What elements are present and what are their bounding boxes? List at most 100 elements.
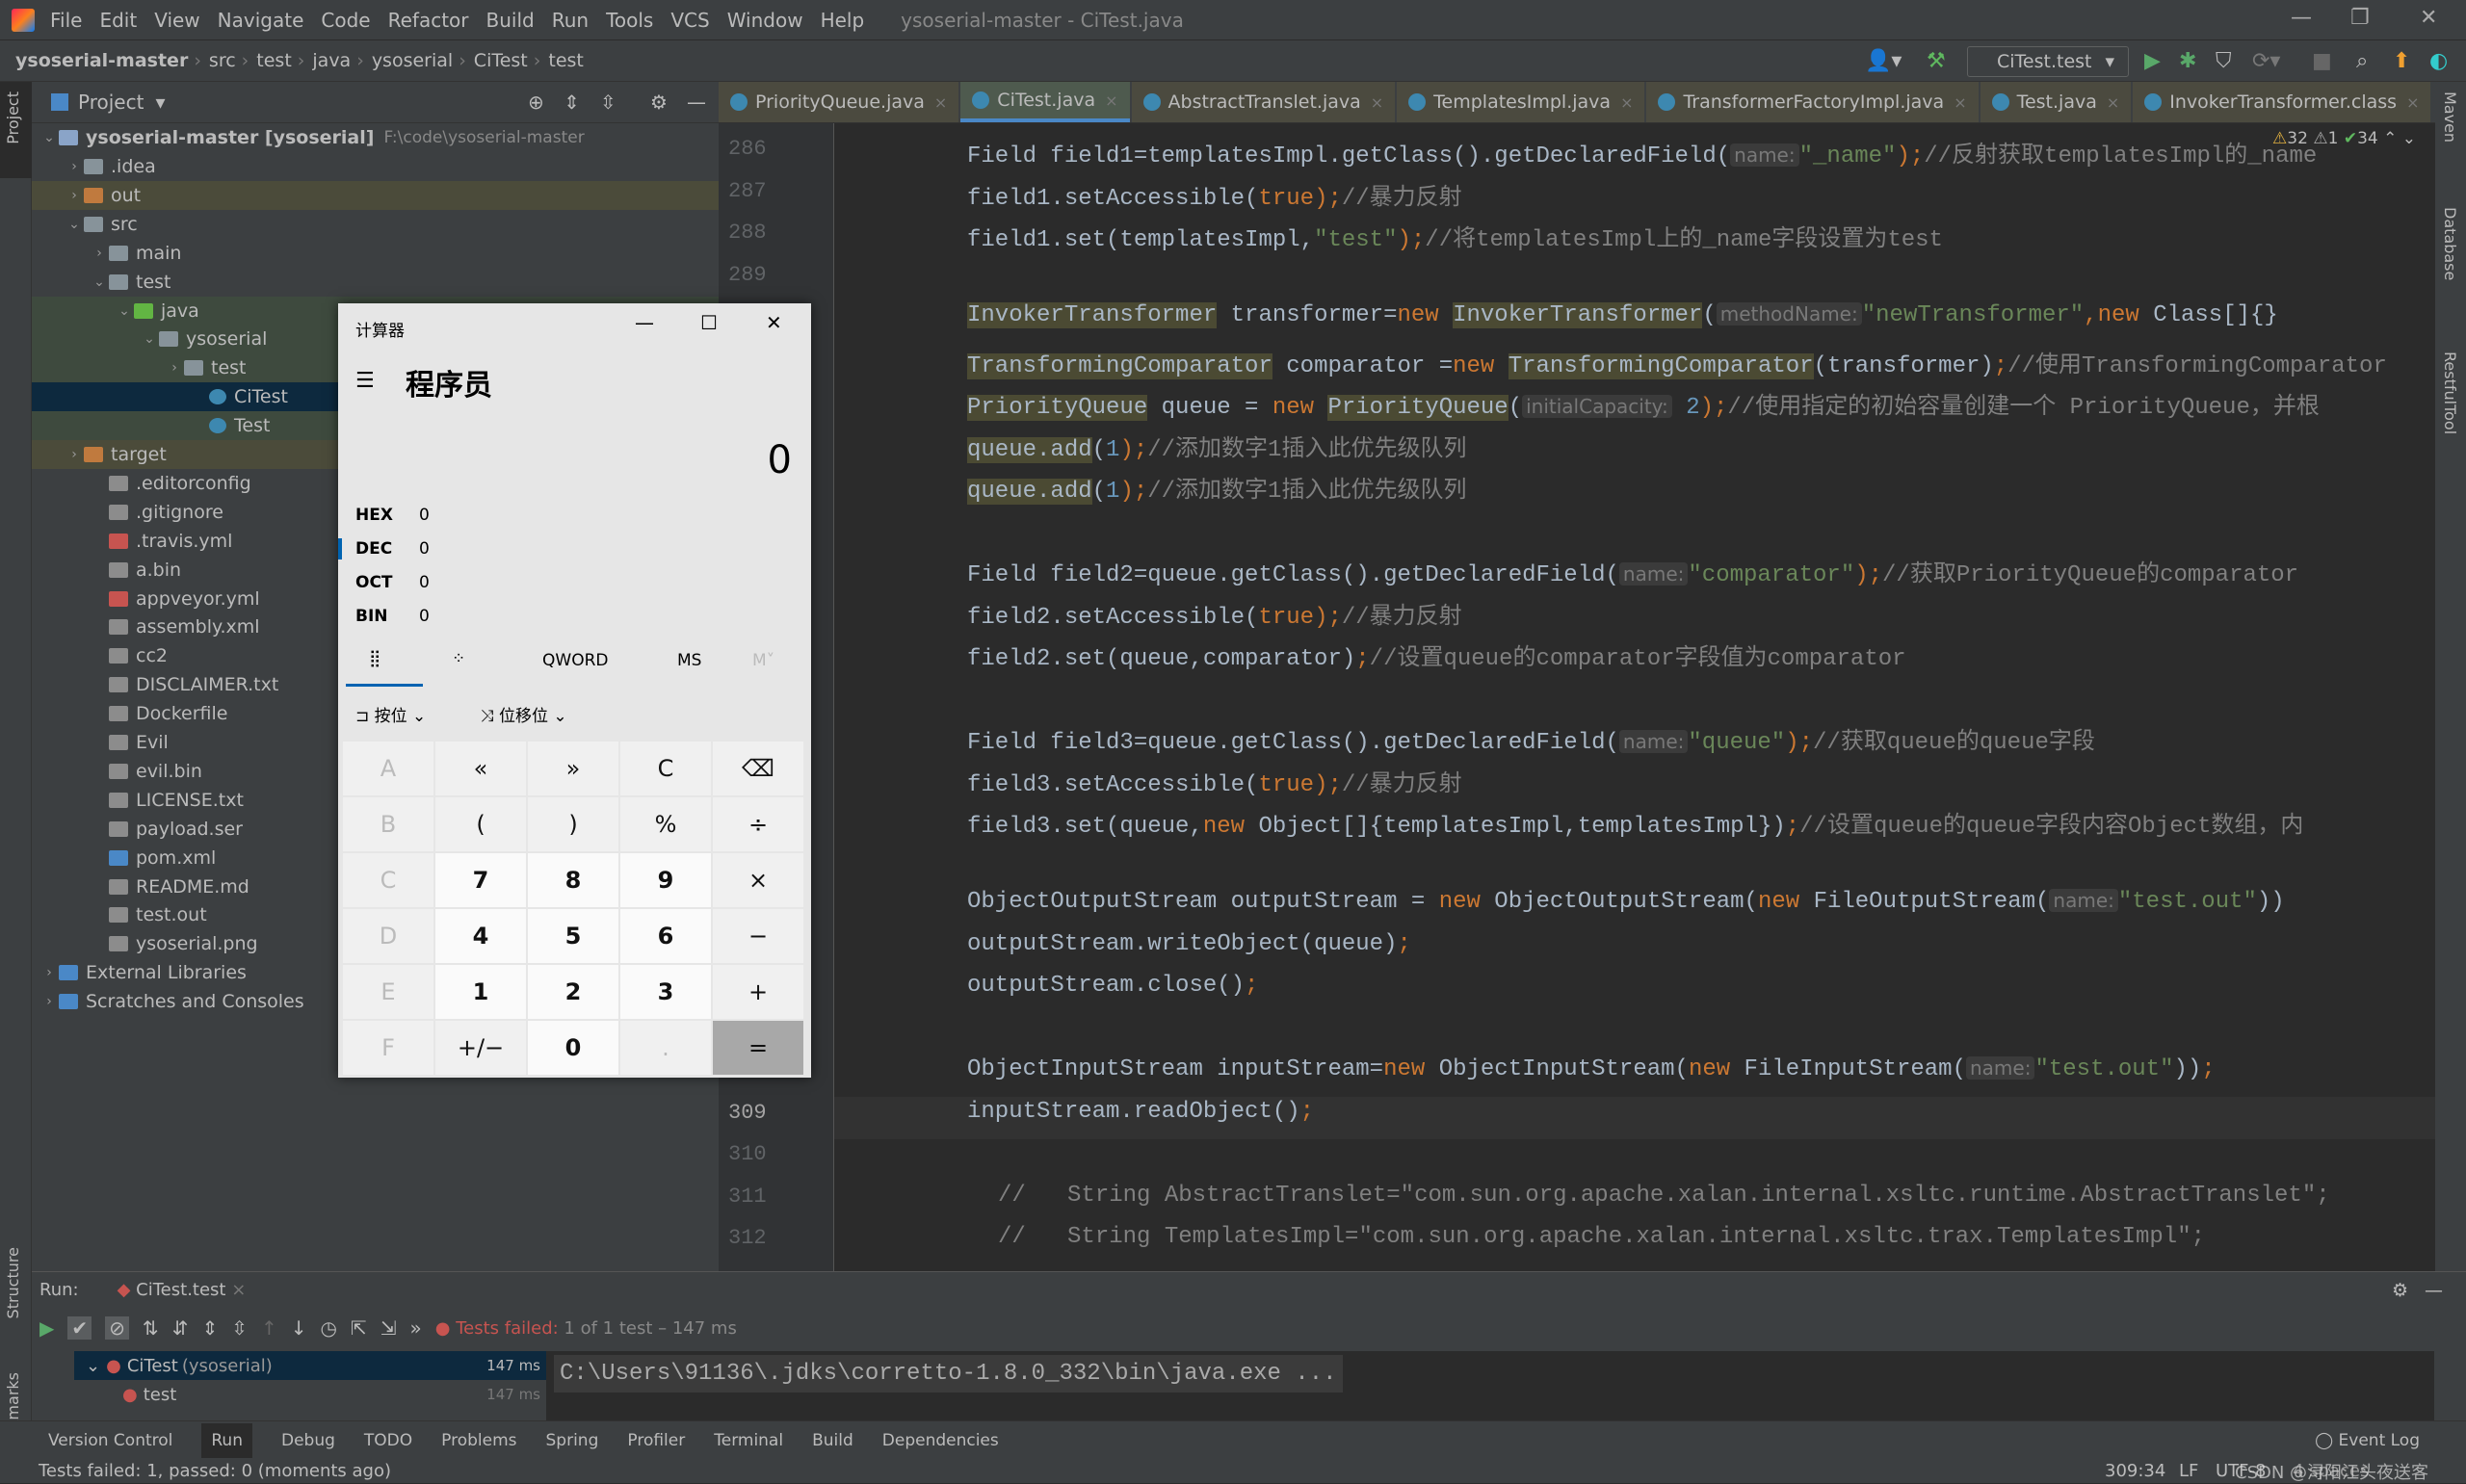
breadcrumb-item[interactable]: ysoserial-master <box>15 50 188 71</box>
base-oct-label[interactable]: OCT <box>355 573 393 592</box>
line-separator[interactable]: LF <box>2179 1461 2198 1481</box>
maximize-button[interactable]: ❐ <box>2350 6 2370 30</box>
stop-icon[interactable]: ■ <box>2312 49 2332 73</box>
code-line[interactable]: outputStream.writeObject(queue); <box>967 931 1411 957</box>
code-line[interactable]: // String AbstractTranslet="com.sun.org.… <box>998 1183 2330 1209</box>
event-log-button[interactable]: ◯ Event Log <box>2315 1431 2420 1450</box>
calc-key[interactable]: 6 <box>620 909 711 963</box>
code-line[interactable]: PriorityQueue queue = new PriorityQueue(… <box>967 386 2320 421</box>
breadcrumb-item[interactable]: java <box>312 50 351 71</box>
breadcrumb-item[interactable]: test <box>548 50 584 71</box>
calc-key[interactable]: 5 <box>528 909 618 963</box>
menu-edit[interactable]: Edit <box>99 9 137 32</box>
calc-key[interactable]: 7 <box>435 853 526 907</box>
run-tab[interactable]: ◆ CiTest.test × <box>118 1280 247 1300</box>
tree-arrow-icon[interactable]: › <box>65 159 84 174</box>
close-tab-icon[interactable]: × <box>2406 93 2419 112</box>
close-tab-icon[interactable]: × <box>1105 91 1117 110</box>
tab-templatesimpl-java[interactable]: TemplatesImpl.java × <box>1397 82 1645 122</box>
calc-close-button[interactable]: ✕ <box>766 311 782 334</box>
import-icon[interactable]: ⇱ <box>351 1316 367 1340</box>
close-tab-icon[interactable]: × <box>1954 93 1966 112</box>
calc-key[interactable]: % <box>620 797 711 851</box>
calc-key[interactable]: 0 <box>528 1021 618 1075</box>
calc-key[interactable]: +/− <box>435 1021 526 1075</box>
restfultool-tool-button[interactable]: RestfulTool <box>2441 351 2459 434</box>
calc-key[interactable]: 4 <box>435 909 526 963</box>
calc-key[interactable]: ⌫ <box>713 742 803 795</box>
breadcrumb-item[interactable]: src <box>209 50 236 71</box>
tree-item[interactable]: › out <box>32 180 719 210</box>
base-bin-label[interactable]: BIN <box>355 607 388 626</box>
hide-icon[interactable]: — <box>687 91 706 114</box>
tree-arrow-icon[interactable]: › <box>65 447 84 462</box>
calc-key[interactable]: 8 <box>528 853 618 907</box>
breadcrumb-item[interactable]: ysoserial <box>372 50 453 71</box>
calc-key[interactable]: A <box>343 742 433 795</box>
search-icon[interactable]: ⌕ <box>2356 49 2368 73</box>
caret-position[interactable]: 309:34 <box>2105 1461 2165 1481</box>
tab-transformerfactoryimpl-java[interactable]: TransformerFactoryImpl.java × <box>1646 82 1979 122</box>
hamburger-menu-icon[interactable]: ☰ <box>355 369 375 393</box>
calc-key[interactable]: = <box>713 1021 803 1075</box>
calc-key[interactable]: + <box>713 965 803 1019</box>
calc-key[interactable]: 1 <box>435 965 526 1019</box>
code-line[interactable]: // String TemplatesImpl="com.sun.org.apa… <box>998 1224 2205 1250</box>
tab-citest-java[interactable]: CiTest.java × <box>960 82 1130 122</box>
tab-abstracttranslet-java[interactable]: AbstractTranslet.java × <box>1131 82 1396 122</box>
base-dec-label[interactable]: DEC <box>355 539 392 559</box>
calc-key[interactable]: − <box>713 909 803 963</box>
menu-view[interactable]: View <box>154 9 199 32</box>
menu-tools[interactable]: Tools <box>606 9 653 32</box>
locate-icon[interactable]: ⊕ <box>528 91 544 114</box>
menu-run[interactable]: Run <box>552 9 589 32</box>
toolwindow-profiler[interactable]: Profiler <box>627 1431 685 1450</box>
tab-priorityqueue-java[interactable]: PriorityQueue.java × <box>719 82 959 122</box>
word-size-button[interactable]: QWORD <box>542 651 608 670</box>
calc-key[interactable]: « <box>435 742 526 795</box>
menu-navigate[interactable]: Navigate <box>218 9 304 32</box>
tree-arrow-icon[interactable]: ⌄ <box>115 303 134 319</box>
toolwindow-todo[interactable]: TODO <box>364 1431 412 1450</box>
gear-icon[interactable]: ⚙ <box>650 91 668 114</box>
calc-key[interactable]: 3 <box>620 965 711 1019</box>
bit-toggle-tab[interactable]: ⁘ <box>452 649 465 668</box>
run-icon[interactable]: ▶ <box>2144 49 2161 73</box>
tree-arrow-icon[interactable]: › <box>39 994 59 1009</box>
calc-key[interactable]: . <box>620 1021 711 1075</box>
tree-item[interactable]: › .idea <box>32 152 719 181</box>
tree-arrow-icon[interactable]: ⌄ <box>65 217 84 232</box>
maven-tool-button[interactable]: Maven <box>2441 91 2459 143</box>
run-configuration-select[interactable]: CiTest.test ▾ <box>1967 46 2129 77</box>
project-tool-button[interactable]: Project <box>4 91 22 144</box>
code-line[interactable]: field1.setAccessible(true);//暴力反射 <box>967 177 1462 212</box>
toolwindow-version-control[interactable]: Version Control <box>48 1431 172 1450</box>
coverage-icon[interactable]: ⛉ <box>2216 49 2232 73</box>
code-line[interactable]: Field field3=queue.getClass().getDeclare… <box>967 721 2095 756</box>
code-line[interactable]: field3.setAccessible(true);//暴力反射 <box>967 764 1462 798</box>
export-icon[interactable]: ⇲ <box>380 1316 397 1340</box>
menu-window[interactable]: Window <box>727 9 803 32</box>
show-passed-toggle[interactable]: ✔ <box>67 1316 92 1340</box>
breadcrumb-item[interactable]: test <box>256 50 292 71</box>
menu-refactor[interactable]: Refactor <box>388 9 469 32</box>
tree-arrow-icon[interactable]: › <box>90 246 109 261</box>
structure-tool-button[interactable]: Structure <box>4 1247 22 1318</box>
close-tab-icon[interactable]: × <box>1620 93 1633 112</box>
profiler-icon[interactable]: ⟳▾ <box>2252 49 2280 73</box>
rerun-icon[interactable]: ▶ <box>39 1316 54 1340</box>
tab-invokertransformer-class[interactable]: InvokerTransformer.class × <box>2133 82 2431 122</box>
tree-arrow-icon[interactable]: › <box>39 965 59 980</box>
update-icon[interactable]: ⬆ <box>2393 49 2410 73</box>
tree-arrow-icon[interactable]: › <box>165 360 184 376</box>
collapse-all-icon[interactable]: ⇳ <box>231 1316 248 1340</box>
code-line[interactable]: field2.set(queue,comparator);//设置queue的c… <box>967 638 1906 672</box>
console-output[interactable]: C:\Users\91136\.jdks\corretto-1.8.0_332\… <box>546 1351 2434 1421</box>
calc-key[interactable]: × <box>713 853 803 907</box>
user-icon[interactable]: 👤▾ <box>1865 49 1902 73</box>
toolwindow-run[interactable]: Run <box>201 1422 252 1458</box>
test-case-row[interactable]: ● test 147 ms <box>74 1380 546 1409</box>
tree-arrow-icon[interactable]: › <box>65 188 84 203</box>
project-view-select[interactable]: Project <box>78 91 144 114</box>
debug-icon[interactable]: ✱ <box>2179 49 2196 73</box>
